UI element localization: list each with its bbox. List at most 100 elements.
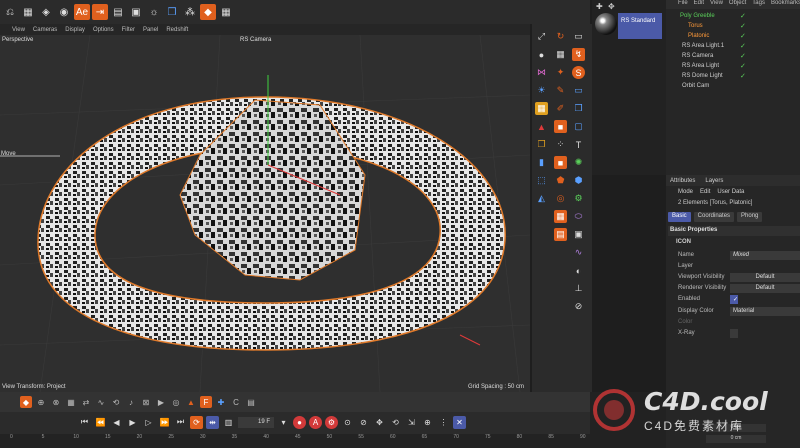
menu-redshift[interactable]: Redshift <box>166 27 188 33</box>
enabled-check-icon[interactable]: ✓ <box>740 32 746 40</box>
key-scale2-icon[interactable]: ⇲ <box>405 416 418 429</box>
target-icon[interactable]: ◎ <box>170 396 182 408</box>
grid-toggle-icon[interactable]: ▦ <box>65 396 77 408</box>
om-menu-file[interactable]: File <box>678 0 688 9</box>
record-icon[interactable]: ⊕ <box>35 396 47 408</box>
cloner-icon[interactable]: ▤ <box>554 228 567 241</box>
prev-frame-icon[interactable]: ◀ <box>110 416 123 429</box>
timeline-menu-icon[interactable]: ▾ <box>277 416 290 429</box>
tag-icon[interactable]: ✎ <box>554 84 567 97</box>
redshift-icon[interactable]: S <box>572 66 585 79</box>
pla-icon[interactable]: ✕ <box>453 415 466 429</box>
key-point-icon[interactable]: ⋮ <box>437 416 450 429</box>
spline-pen-icon[interactable]: ⤢ <box>535 30 548 43</box>
rotate-icon[interactable]: ↻ <box>554 30 567 43</box>
keyframe-icon[interactable]: ◆ <box>20 396 32 408</box>
om-menu-edit[interactable]: Edit <box>694 0 704 9</box>
goto-end-icon[interactable]: ⏭ <box>174 416 187 429</box>
texture-mode-icon[interactable]: ◉ <box>56 4 72 20</box>
bowtie-icon[interactable]: ⋈ <box>535 66 548 79</box>
drop-icon[interactable]: ◐ <box>572 264 585 277</box>
next-frame-icon[interactable]: ▷ <box>142 416 155 429</box>
object-row[interactable]: RS Camera ✓ <box>666 51 800 61</box>
sculpt-icon[interactable]: ↯ <box>572 48 585 61</box>
menu-view[interactable]: View <box>12 27 25 33</box>
enabled-check-icon[interactable]: ✓ <box>740 52 746 60</box>
mograph-icon[interactable]: ⁂ <box>182 4 198 20</box>
cog-icon[interactable]: ⚙ <box>572 192 585 205</box>
enabled-check-icon[interactable]: ✓ <box>740 72 746 80</box>
select-icon[interactable]: ⬚ <box>535 174 548 187</box>
enabled-check-icon[interactable]: ✓ <box>740 42 746 50</box>
attr-menu-edit[interactable]: Edit <box>700 189 710 195</box>
texture-icon[interactable]: ▦ <box>535 102 548 115</box>
om-menu-bookmarks[interactable]: Bookmarks <box>771 0 800 9</box>
triangle-blue-icon[interactable]: ◭ <box>535 192 548 205</box>
lock-icon[interactable]: ⊠ <box>140 396 152 408</box>
om-menu-object[interactable]: Object <box>729 0 746 9</box>
active-camera-label[interactable]: RS Camera <box>240 37 271 43</box>
object-row[interactable]: RS Area Light ✓ <box>666 61 800 71</box>
object-mode-icon[interactable]: ▦ <box>20 4 36 20</box>
capsule-icon[interactable]: ⬭ <box>572 210 585 223</box>
key-param-icon[interactable]: C <box>230 396 242 408</box>
render-view-icon[interactable]: ⇥ <box>92 4 108 20</box>
fps-icon[interactable]: ▥ <box>222 416 235 429</box>
menu-panel[interactable]: Panel <box>143 27 158 33</box>
hierarchy-icon[interactable]: ⊥ <box>572 282 585 295</box>
play-icon[interactable]: ▶ <box>126 416 139 429</box>
icon-group-label[interactable]: ICON <box>676 239 691 245</box>
auto-key-icon[interactable]: A <box>309 415 322 429</box>
move-icon[interactable]: ✥ <box>608 2 615 11</box>
prev-key-icon[interactable]: ⏪ <box>94 416 107 429</box>
grid-select-icon[interactable]: ▦ <box>554 48 567 61</box>
add-material-icon[interactable]: ✚ <box>596 2 603 11</box>
goto-start-icon[interactable]: ⏮ <box>78 416 91 429</box>
gear-icon[interactable]: ✺ <box>572 156 585 169</box>
key-rotate-icon[interactable]: ⟲ <box>389 416 402 429</box>
model-mode-icon[interactable]: ◈ <box>38 4 54 20</box>
light-bulb-icon[interactable]: ☀ <box>535 84 548 97</box>
deformer-icon[interactable]: ◆ <box>200 4 216 20</box>
sphere-icon[interactable]: ● <box>535 48 548 61</box>
render-settings-icon[interactable]: Ae <box>74 4 90 20</box>
dodeca-icon[interactable]: ⬢ <box>572 174 585 187</box>
sound-icon[interactable]: ♪ <box>125 396 137 408</box>
text-icon[interactable]: T <box>572 138 585 151</box>
attr-menu-userdata[interactable]: User Data <box>717 189 744 195</box>
object-row[interactable]: Platonic ✓ <box>666 31 800 41</box>
enabled-check-icon[interactable]: ✓ <box>740 12 746 20</box>
wave-icon[interactable]: ∿ <box>572 246 585 259</box>
object-row[interactable]: Orbit Cam <box>666 81 800 91</box>
object-row[interactable]: RS Dome Light ✓ <box>666 71 800 81</box>
menu-filter[interactable]: Filter <box>122 27 135 33</box>
coord-field-2[interactable]: 0 cm <box>706 435 766 443</box>
cylinder-icon[interactable]: ▮ <box>535 156 548 169</box>
key-scale-icon[interactable]: ✚ <box>215 396 227 408</box>
material-name[interactable]: RS Standard <box>618 13 662 39</box>
plane-icon[interactable]: ▭ <box>572 84 585 97</box>
layout-icon[interactable]: ▤ <box>110 4 126 20</box>
key-pla-icon[interactable]: ▤ <box>245 396 257 408</box>
brush-icon[interactable]: ✐ <box>554 102 567 115</box>
perspective-viewport[interactable]: Perspective RS Camera Move View Transfor… <box>0 35 530 392</box>
fracture-icon[interactable]: ✦ <box>554 66 567 79</box>
key-move-icon[interactable]: ✥ <box>373 416 386 429</box>
window-icon[interactable]: ▭ <box>572 30 585 43</box>
play-forward-icon[interactable]: ▶ <box>155 396 167 408</box>
loop-mode-icon[interactable]: ⟳ <box>190 415 203 429</box>
cube-icon[interactable]: ❒ <box>164 4 180 20</box>
key-rot-icon[interactable]: F <box>200 396 212 408</box>
current-frame-field[interactable]: 19 F <box>238 416 274 428</box>
menu-display[interactable]: Display <box>65 27 85 33</box>
material-preview[interactable] <box>595 13 617 35</box>
cube-tool-icon[interactable]: ❒ <box>572 102 585 115</box>
menu-options[interactable]: Options <box>93 27 114 33</box>
cube-yellow-icon[interactable]: ❒ <box>535 138 548 151</box>
box-icon[interactable]: ▢ <box>572 120 585 133</box>
timeline-ruler[interactable]: 0 5 10 15 20 25 30 35 40 45 50 55 60 65 70 75 80 85 90 <box>0 434 590 448</box>
subtab-coordinates[interactable]: Coordinates <box>693 212 735 222</box>
key-lock-icon[interactable]: ⊙ <box>341 416 354 429</box>
motion-icon[interactable]: ⇄ <box>80 396 92 408</box>
attr-menu-mode[interactable]: Mode <box>678 189 693 195</box>
